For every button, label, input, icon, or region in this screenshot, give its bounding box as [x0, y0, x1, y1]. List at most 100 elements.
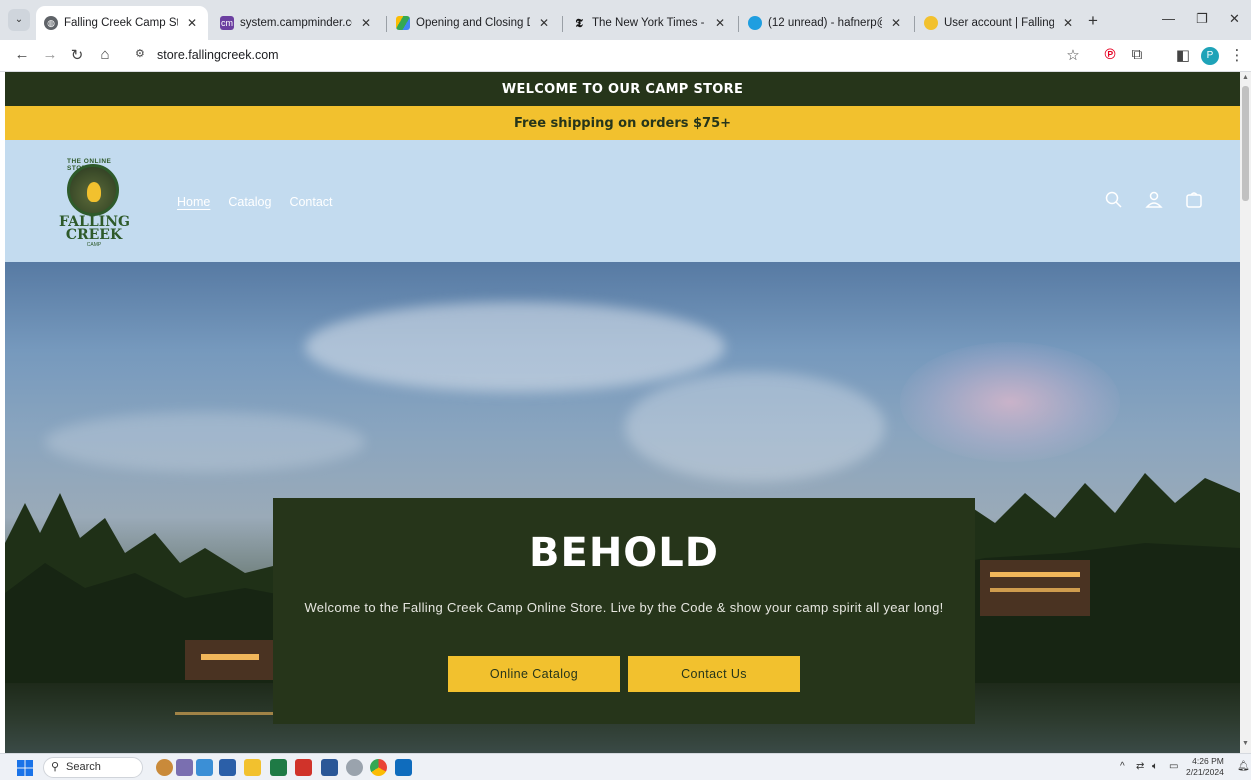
- shipping-banner: Free shipping on orders $75+: [5, 106, 1240, 140]
- acrobat-icon[interactable]: [295, 759, 312, 776]
- tab-title: system.campminder.com/v2/: [240, 17, 352, 29]
- close-tab-icon[interactable]: ✕: [712, 16, 728, 30]
- scroll-down-icon[interactable]: ▼: [1242, 740, 1249, 747]
- tab-campminder[interactable]: cm system.campminder.com/v2/ ✕: [212, 6, 382, 40]
- extensions-icon[interactable]: ⧉: [1127, 46, 1147, 63]
- windows-taskbar: ⚲ Search ^ ⇄ 🔈︎ ▭ 4:26 PM 2/21/2024 🔔︎: [0, 753, 1251, 780]
- close-tab-icon[interactable]: ✕: [888, 16, 904, 30]
- close-tab-icon[interactable]: ✕: [358, 16, 374, 30]
- campminder-icon: cm: [220, 16, 234, 30]
- logo-sub-text: CAMP: [86, 242, 102, 248]
- taskbar-search[interactable]: ⚲ Search: [43, 757, 143, 778]
- home-icon[interactable]: ⌂: [95, 46, 115, 63]
- tab-title: (12 unread) - hafnerp@bells: [768, 17, 882, 29]
- tab-separator: [562, 16, 563, 32]
- file-explorer-icon[interactable]: [244, 759, 261, 776]
- profile-avatar[interactable]: P: [1201, 47, 1219, 65]
- store-logo[interactable]: THE ONLINE STORE FALLING CREEK CAMP: [55, 158, 135, 248]
- search-icon: ⚲: [51, 761, 60, 773]
- site-header: THE ONLINE STORE FALLING CREEK CAMP Home…: [5, 140, 1240, 262]
- show-hidden-icons-icon[interactable]: ^: [1120, 761, 1125, 772]
- menu-kebab-icon[interactable]: ⋮: [1227, 46, 1247, 64]
- tab-separator: [386, 16, 387, 32]
- nyt-icon: 𝕿: [575, 15, 583, 30]
- lodge-lights: [201, 654, 259, 660]
- water-reflection: [175, 712, 285, 715]
- chrome-icon[interactable]: [370, 759, 387, 776]
- task-view-icon[interactable]: [219, 759, 236, 776]
- search-icon[interactable]: [1104, 190, 1124, 210]
- announcement-bar: WELCOME TO OUR CAMP STORE: [5, 72, 1240, 106]
- notification-bell-icon[interactable]: 🔔︎: [1237, 761, 1250, 772]
- att-icon: [748, 16, 762, 30]
- address-bar[interactable]: ⚙ store.fallingcreek.com: [127, 44, 1127, 68]
- tab-separator: [738, 16, 739, 32]
- account-icon[interactable]: [1144, 190, 1164, 210]
- taskbar-clock[interactable]: 4:26 PM 2/21/2024: [1186, 756, 1224, 778]
- clock-time: 4:26 PM: [1192, 756, 1224, 766]
- logo-wordmark: FALLING CREEK: [59, 215, 130, 243]
- globe-icon: ◍: [44, 16, 58, 30]
- forward-icon[interactable]: →: [40, 46, 60, 63]
- hero-cloud: [305, 302, 725, 392]
- app-icon[interactable]: [176, 759, 193, 776]
- nav-catalog[interactable]: Catalog: [228, 195, 271, 209]
- tab-search-chevron-icon[interactable]: ⌄: [8, 9, 30, 31]
- word-icon[interactable]: [321, 759, 338, 776]
- nav-contact[interactable]: Contact: [289, 195, 332, 209]
- bookmark-star-icon[interactable]: ☆: [1063, 46, 1083, 64]
- tab-nytimes[interactable]: 𝕿 The New York Times - Breaki ✕: [564, 6, 736, 40]
- side-panel-icon[interactable]: ◧: [1173, 46, 1193, 64]
- battery-icon[interactable]: ▭: [1169, 761, 1178, 772]
- tab-att-mail[interactable]: (12 unread) - hafnerp@bells ✕: [740, 6, 912, 40]
- nav-home[interactable]: Home: [177, 195, 210, 209]
- volume-icon[interactable]: 🔈︎: [1152, 761, 1158, 772]
- clock-date: 2/21/2024: [1186, 767, 1224, 777]
- network-icon[interactable]: ⇄: [1136, 761, 1144, 772]
- outlook-icon[interactable]: [395, 759, 412, 776]
- page-scrollbar[interactable]: ▲ ▼: [1240, 72, 1251, 753]
- sunset-glow: [900, 342, 1120, 462]
- drive-icon: [396, 16, 410, 30]
- tab-title: The New York Times - Breaki: [592, 17, 706, 29]
- excel-icon[interactable]: [270, 759, 287, 776]
- close-tab-icon[interactable]: ✕: [1060, 16, 1076, 30]
- hero-content-box: BEHOLD Welcome to the Falling Creek Camp…: [273, 498, 975, 724]
- url-text: store.fallingcreek.com: [157, 48, 279, 62]
- new-tab-icon[interactable]: +: [1088, 11, 1098, 31]
- scroll-up-icon[interactable]: ▲: [1242, 74, 1249, 81]
- tab-title: Opening and Closing Days -: [416, 17, 530, 29]
- windows-start-icon[interactable]: [17, 760, 33, 776]
- tab-user-account[interactable]: User account | Falling Creek ✕: [916, 6, 1084, 40]
- lakeside-lodge: [185, 640, 275, 680]
- contact-us-button[interactable]: Contact Us: [628, 656, 800, 692]
- cabin-lights: [990, 572, 1080, 577]
- cabin-lights: [990, 588, 1080, 592]
- tab-falling-creek-store[interactable]: ◍ Falling Creek Camp Store ✕: [36, 6, 208, 40]
- scroll-thumb[interactable]: [1242, 86, 1249, 201]
- cart-icon[interactable]: [1184, 190, 1204, 210]
- tab-opening-closing-days[interactable]: Opening and Closing Days - ✕: [388, 6, 560, 40]
- tab-title: Falling Creek Camp Store: [64, 17, 178, 29]
- browser-tab-strip: ⌄ ◍ Falling Creek Camp Store ✕ cm system…: [0, 0, 1251, 40]
- site-settings-icon[interactable]: ⚙: [135, 47, 145, 60]
- reload-icon[interactable]: ↻: [67, 46, 87, 64]
- back-icon[interactable]: ←: [12, 46, 32, 63]
- copilot-icon[interactable]: [196, 759, 213, 776]
- widgets-icon[interactable]: [156, 759, 173, 776]
- settings-gear-icon[interactable]: [346, 759, 363, 776]
- restore-icon[interactable]: ❐: [1196, 11, 1208, 27]
- browser-toolbar: ← → ↻ ⌂ ⚙ store.fallingcreek.com ☆ ℗ ⧉ ◧…: [0, 40, 1251, 72]
- logo-line-2: CREEK: [65, 227, 123, 243]
- close-window-icon[interactable]: ✕: [1229, 11, 1240, 27]
- close-tab-icon[interactable]: ✕: [536, 16, 552, 30]
- tab-separator: [914, 16, 915, 32]
- minimize-icon[interactable]: —: [1162, 11, 1175, 26]
- pinterest-icon[interactable]: ℗: [1100, 46, 1120, 63]
- close-tab-icon[interactable]: ✕: [184, 16, 200, 30]
- online-catalog-button[interactable]: Online Catalog: [448, 656, 620, 692]
- hero-title: BEHOLD: [529, 530, 719, 576]
- store-page: WELCOME TO OUR CAMP STORE Free shipping …: [5, 72, 1240, 753]
- hero-description: Welcome to the Falling Creek Camp Online…: [304, 600, 944, 615]
- tab-title: User account | Falling Creek: [944, 17, 1054, 29]
